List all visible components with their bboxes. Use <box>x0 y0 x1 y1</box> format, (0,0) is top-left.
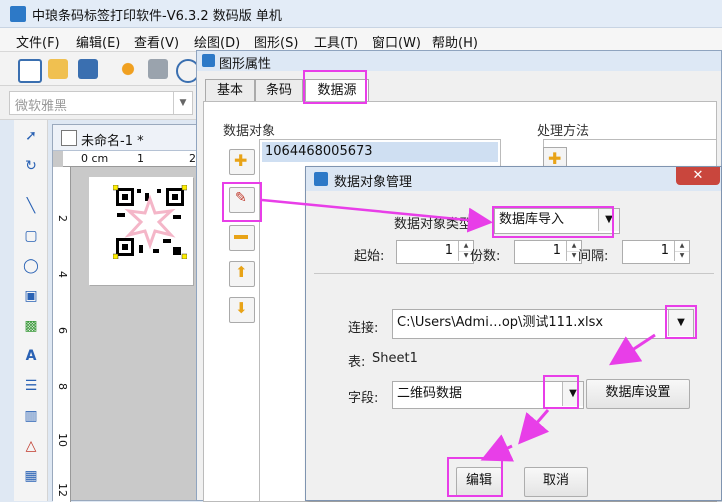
ruler-label: 2 <box>189 152 196 165</box>
chevron-down-icon: ▼ <box>173 92 192 114</box>
properties-title-bar: 图形属性 <box>197 51 721 72</box>
document-window: 未命名-1 * 0 cm 1 2 2 4 6 8 10 12 <box>52 124 212 502</box>
document-icon <box>61 130 77 146</box>
ruler-horizontal: 0 cm 1 2 <box>63 151 211 167</box>
minus-icon <box>234 235 248 239</box>
highlight-connection-dropdown <box>665 305 697 339</box>
print-icon[interactable] <box>148 59 168 79</box>
start-value: 1 <box>444 243 453 258</box>
app-title: 中琅条码标签打印软件-V6.3.2 数码版 单机 <box>32 9 282 24</box>
separator <box>314 273 714 274</box>
interval-stepper[interactable]: 1 ▲ ▼ <box>622 240 690 264</box>
close-icon: ✕ <box>692 168 704 183</box>
connection-label: 连接: <box>348 321 379 336</box>
interval-value: 1 <box>660 243 669 258</box>
tab-basic[interactable]: 基本 <box>205 79 255 102</box>
field-value: 二维码数据 <box>397 386 463 401</box>
line-icon[interactable]: ╲ <box>21 196 41 216</box>
menu-view[interactable]: 查看(V) <box>134 32 179 51</box>
save-icon[interactable] <box>78 59 98 79</box>
cancel-button[interactable]: 取消 <box>524 467 588 497</box>
menu-bar: 文件(F) 编辑(E) 查看(V) 绘图(D) 图形(S) 工具(T) 窗口(W… <box>0 28 722 52</box>
menu-help[interactable]: 帮助(H) <box>432 32 478 51</box>
rounded-rect-icon[interactable]: ▢ <box>21 226 41 246</box>
start-stepper[interactable]: 1 ▲ ▼ <box>396 240 474 264</box>
arrow-up-icon: ⬆ <box>235 263 248 281</box>
interval-label: 间隔: <box>578 249 609 264</box>
rich-text-icon[interactable]: ☰ <box>21 376 41 396</box>
document-tab[interactable]: 未命名-1 * <box>53 125 211 151</box>
table-label: 表: <box>348 355 366 370</box>
ruler-vertical: 2 4 6 8 10 12 <box>53 167 71 502</box>
highlight-field-dropdown <box>543 375 579 409</box>
menu-shape[interactable]: 图形(S) <box>254 32 298 51</box>
qrcode-object[interactable] <box>113 185 187 259</box>
arrow-down-icon: ⬇ <box>235 299 248 317</box>
close-button[interactable]: ✕ <box>676 167 720 185</box>
ruler-label: 0 cm <box>81 152 109 165</box>
tab-barcode[interactable]: 条码 <box>255 79 303 102</box>
copies-label: 份数: <box>470 249 501 264</box>
pointer-icon[interactable]: ➚ <box>21 126 41 146</box>
barcode-icon[interactable]: ▥ <box>21 406 41 426</box>
ellipse-icon[interactable]: ◯ <box>21 256 41 276</box>
data-manager-title: 数据对象管理 <box>334 175 413 190</box>
data-objects-label: 数据对象 <box>223 124 276 139</box>
dialog-icon <box>202 54 215 67</box>
remove-object-button[interactable] <box>229 225 255 251</box>
ruler-label: 12 <box>56 483 69 497</box>
new-icon[interactable] <box>18 59 42 83</box>
open-folder-icon[interactable] <box>48 59 68 79</box>
dialog-icon <box>314 172 328 186</box>
decrement-icon[interactable]: ▼ <box>674 251 689 261</box>
picture-icon[interactable]: ▩ <box>21 316 41 336</box>
move-up-button[interactable]: ⬆ <box>229 261 255 287</box>
text-icon[interactable]: A <box>21 346 41 366</box>
ruler-label: 10 <box>56 433 69 447</box>
ruler-label: 8 <box>56 383 69 390</box>
menu-file[interactable]: 文件(F) <box>16 32 60 51</box>
ruler-label: 4 <box>56 271 69 278</box>
copies-value: 1 <box>552 243 561 258</box>
table-value: Sheet1 <box>372 351 418 366</box>
add-object-button[interactable]: ✚ <box>229 149 255 175</box>
menu-tools[interactable]: 工具(T) <box>314 32 358 51</box>
ruler-label: 1 <box>137 152 144 165</box>
menu-window[interactable]: 窗口(W) <box>372 32 421 51</box>
highlight-edit-button <box>447 457 503 497</box>
font-select-value: 微软雅黑 <box>15 99 68 114</box>
highlight-edit-button <box>222 182 262 222</box>
highlight-datasource-tab <box>303 70 367 104</box>
copies-stepper[interactable]: 1 ▲ ▼ <box>514 240 582 264</box>
field-label: 字段: <box>348 391 379 406</box>
app-icon <box>10 6 26 22</box>
highlight-type-select <box>492 206 614 238</box>
qrcode-icon[interactable]: ▦ <box>21 466 41 486</box>
plus-icon: ✚ <box>234 151 248 170</box>
connection-value: C:\Users\Admi…op\测试111.xlsx <box>397 315 604 330</box>
ruler-label: 6 <box>56 327 69 334</box>
object-type-label: 数据对象类型: <box>394 217 477 232</box>
menu-draw[interactable]: 绘图(D) <box>194 32 240 51</box>
shape-icon[interactable]: △ <box>21 436 41 456</box>
gear-icon[interactable] <box>118 59 138 79</box>
data-manager-title-bar: 数据对象管理 <box>306 167 721 191</box>
rotate-icon[interactable]: ↻ <box>21 156 41 176</box>
processing-label: 处理方法 <box>537 124 590 139</box>
move-down-button[interactable]: ⬇ <box>229 297 255 323</box>
properties-title: 图形属性 <box>219 57 272 72</box>
tools-panel: ➚ ↻ ╲ ▢ ◯ ▣ ▩ A ☰ ▥ △ ▦ <box>14 120 48 501</box>
start-label: 起始: <box>354 249 385 264</box>
menu-edit[interactable]: 编辑(E) <box>76 32 120 51</box>
ruler-label: 2 <box>56 215 69 222</box>
image-icon[interactable]: ▣ <box>21 286 41 306</box>
list-item[interactable]: 1064468005673 <box>262 142 498 162</box>
main-title-bar: 中琅条码标签打印软件-V6.3.2 数码版 单机 <box>0 0 722 28</box>
font-select[interactable]: 微软雅黑 ▼ <box>9 91 193 115</box>
database-settings-button[interactable]: 数据库设置 <box>586 379 690 409</box>
document-title: 未命名-1 * <box>81 134 144 149</box>
connection-select[interactable]: C:\Users\Admi…op\测试111.xlsx ▼ <box>392 309 694 339</box>
